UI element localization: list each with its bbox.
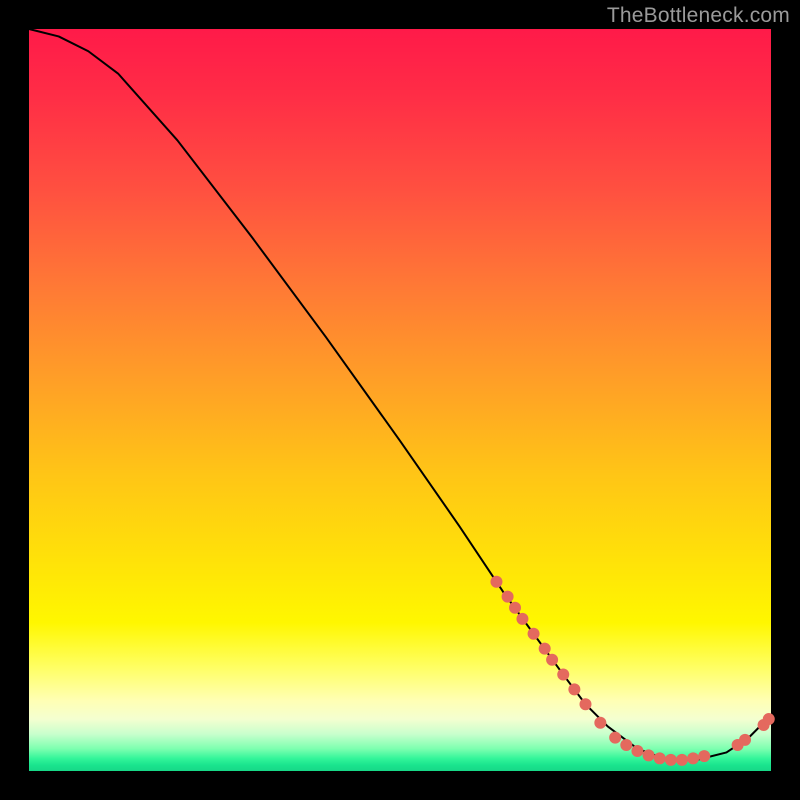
data-point	[580, 698, 592, 710]
curve-layer	[29, 29, 767, 760]
data-point	[609, 732, 621, 744]
bottleneck-curve	[29, 29, 767, 760]
marker-layer	[490, 576, 774, 766]
data-point	[539, 643, 551, 655]
data-point	[502, 591, 514, 603]
chart-svg	[29, 29, 771, 771]
data-point	[698, 750, 710, 762]
data-point	[654, 752, 666, 764]
data-point	[665, 754, 677, 766]
data-point	[631, 745, 643, 757]
data-point	[620, 739, 632, 751]
data-point	[594, 717, 606, 729]
data-point	[763, 713, 775, 725]
data-point	[568, 683, 580, 695]
data-point	[676, 754, 688, 766]
data-point	[509, 602, 521, 614]
data-point	[687, 752, 699, 764]
watermark-text: TheBottleneck.com	[607, 4, 790, 28]
plot-area	[29, 29, 771, 771]
data-point	[490, 576, 502, 588]
data-point	[516, 613, 528, 625]
data-point	[546, 654, 558, 666]
data-point	[557, 669, 569, 681]
data-point	[643, 749, 655, 761]
chart-frame: TheBottleneck.com	[0, 0, 800, 800]
data-point	[739, 734, 751, 746]
data-point	[528, 628, 540, 640]
